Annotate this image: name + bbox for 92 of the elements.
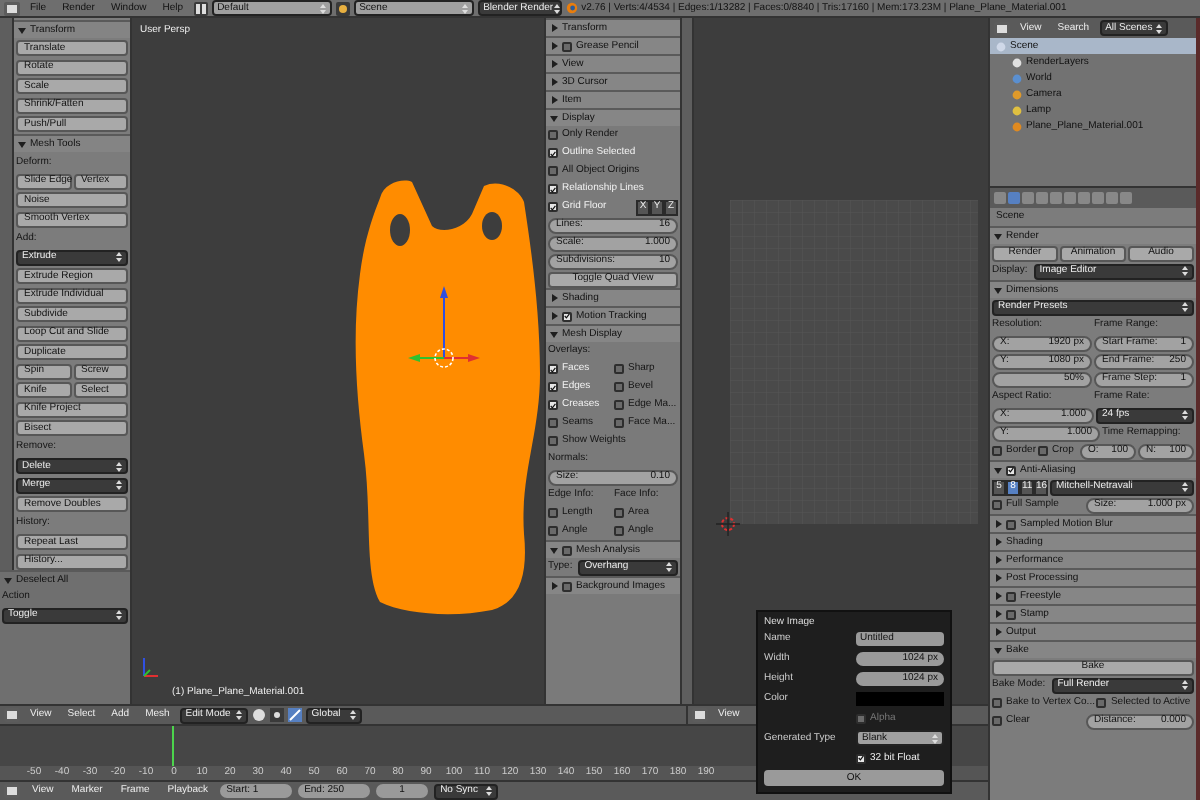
checkbox[interactable] — [992, 446, 1002, 456]
triangle-icon[interactable] — [994, 646, 1002, 654]
checkbox[interactable] — [1096, 698, 1107, 708]
cursor-icon — [716, 512, 740, 536]
shading-icon[interactable] — [251, 708, 266, 722]
checkbox[interactable] — [548, 526, 558, 536]
color-swatch[interactable] — [856, 692, 944, 706]
checkbox[interactable] — [614, 526, 624, 536]
up-down-arrows-icon — [1182, 302, 1188, 312]
triangle-icon[interactable] — [994, 538, 1002, 546]
checkbox[interactable] — [562, 545, 572, 555]
axis-icon — [140, 656, 160, 680]
checkbox[interactable] — [548, 148, 558, 158]
checkbox[interactable] — [548, 130, 558, 140]
editor-type-icon[interactable] — [994, 21, 1010, 35]
triangle-icon[interactable] — [550, 42, 558, 50]
checkbox[interactable] — [992, 698, 1002, 708]
up-down-arrows-icon — [553, 3, 560, 13]
checkbox[interactable] — [562, 581, 572, 591]
checkbox[interactable] — [1006, 609, 1016, 619]
editor-type-icon[interactable] — [4, 1, 20, 15]
checkbox[interactable] — [548, 418, 558, 428]
up-down-arrows-icon — [1155, 23, 1162, 33]
up-down-arrows-icon — [1182, 410, 1188, 420]
blender-logo-icon — [565, 2, 578, 14]
checkbox[interactable] — [614, 400, 624, 410]
up-down-arrows-icon — [1182, 680, 1188, 690]
up-down-arrows-icon — [461, 3, 468, 13]
checkbox[interactable] — [548, 382, 558, 392]
triangle-icon[interactable] — [994, 466, 1002, 474]
up-down-arrows-icon — [932, 733, 938, 744]
checkbox[interactable] — [548, 364, 558, 374]
checkbox[interactable] — [1006, 465, 1016, 475]
checkbox[interactable] — [1006, 591, 1016, 601]
up-down-arrows-icon — [116, 252, 122, 262]
checkbox[interactable] — [1038, 446, 1049, 456]
checkbox[interactable] — [562, 41, 572, 51]
triangle-icon[interactable] — [550, 78, 558, 86]
triangle-icon[interactable] — [994, 592, 1002, 600]
manipulator-drawing[interactable] — [408, 286, 480, 370]
triangle-icon[interactable] — [550, 582, 558, 590]
checkbox[interactable] — [856, 753, 866, 764]
up-down-arrows-icon — [349, 710, 356, 720]
checkbox[interactable] — [614, 364, 624, 374]
triangle-icon[interactable] — [550, 294, 558, 302]
editor-type-icon[interactable] — [4, 708, 20, 722]
up-down-arrows-icon — [486, 786, 493, 796]
triangle-icon[interactable] — [550, 114, 558, 122]
triangle-icon[interactable] — [994, 610, 1002, 618]
triangle-icon[interactable] — [550, 60, 558, 68]
checkbox[interactable] — [548, 508, 558, 518]
checkbox[interactable] — [548, 400, 558, 410]
triangle-icon[interactable] — [994, 520, 1002, 528]
checkbox[interactable] — [992, 500, 1002, 510]
triangle-icon[interactable] — [550, 312, 558, 320]
up-down-arrows-icon — [666, 562, 672, 572]
up-down-arrows-icon — [1182, 482, 1188, 492]
up-down-arrows-icon — [1182, 266, 1188, 276]
triangle-icon[interactable] — [994, 574, 1002, 582]
triangle-icon[interactable] — [994, 628, 1002, 636]
pivot-icon[interactable] — [269, 708, 284, 722]
checkbox[interactable] — [614, 418, 624, 428]
manipulator-toggle-icon[interactable] — [287, 708, 302, 722]
checkbox[interactable] — [614, 382, 624, 392]
up-down-arrows-icon — [116, 610, 122, 620]
up-down-arrows-icon — [319, 3, 326, 13]
triangle-icon[interactable] — [18, 26, 26, 34]
checkbox[interactable] — [548, 436, 558, 446]
checkbox[interactable] — [548, 166, 558, 176]
checkbox[interactable] — [548, 202, 558, 212]
checkbox[interactable] — [614, 508, 624, 518]
up-down-arrows-icon — [116, 461, 122, 471]
triangle-icon[interactable] — [994, 232, 1002, 240]
editor-type-icon[interactable] — [692, 708, 708, 722]
triangle-icon[interactable] — [4, 576, 12, 584]
up-down-arrows-icon — [116, 480, 122, 490]
checkbox[interactable] — [992, 716, 1002, 726]
up-down-arrows-icon — [235, 710, 242, 720]
triangle-icon[interactable] — [994, 286, 1002, 294]
triangle-icon[interactable] — [994, 556, 1002, 564]
triangle-icon[interactable] — [550, 330, 558, 338]
triangle-icon[interactable] — [18, 140, 26, 148]
triangle-icon[interactable] — [550, 546, 558, 554]
checkbox[interactable] — [562, 311, 572, 321]
editor-type-icon[interactable] — [4, 784, 20, 798]
checkbox[interactable] — [1006, 519, 1016, 529]
triangle-icon[interactable] — [550, 24, 558, 32]
layout-icon[interactable] — [193, 1, 208, 15]
triangle-icon[interactable] — [550, 96, 558, 104]
scene-icon[interactable] — [335, 1, 350, 15]
checkbox[interactable] — [856, 713, 866, 724]
checkbox[interactable] — [548, 184, 558, 194]
